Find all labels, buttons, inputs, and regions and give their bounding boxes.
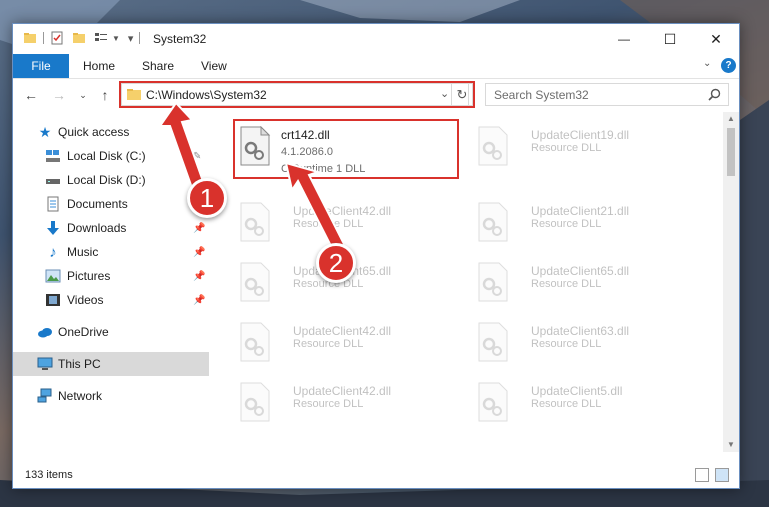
step-1-badge: 1 [187,178,227,218]
arrow-2 [284,161,347,254]
arrow-1 [158,101,206,190]
annotation-arrows [158,101,347,254]
step-2-badge: 2 [316,243,356,283]
